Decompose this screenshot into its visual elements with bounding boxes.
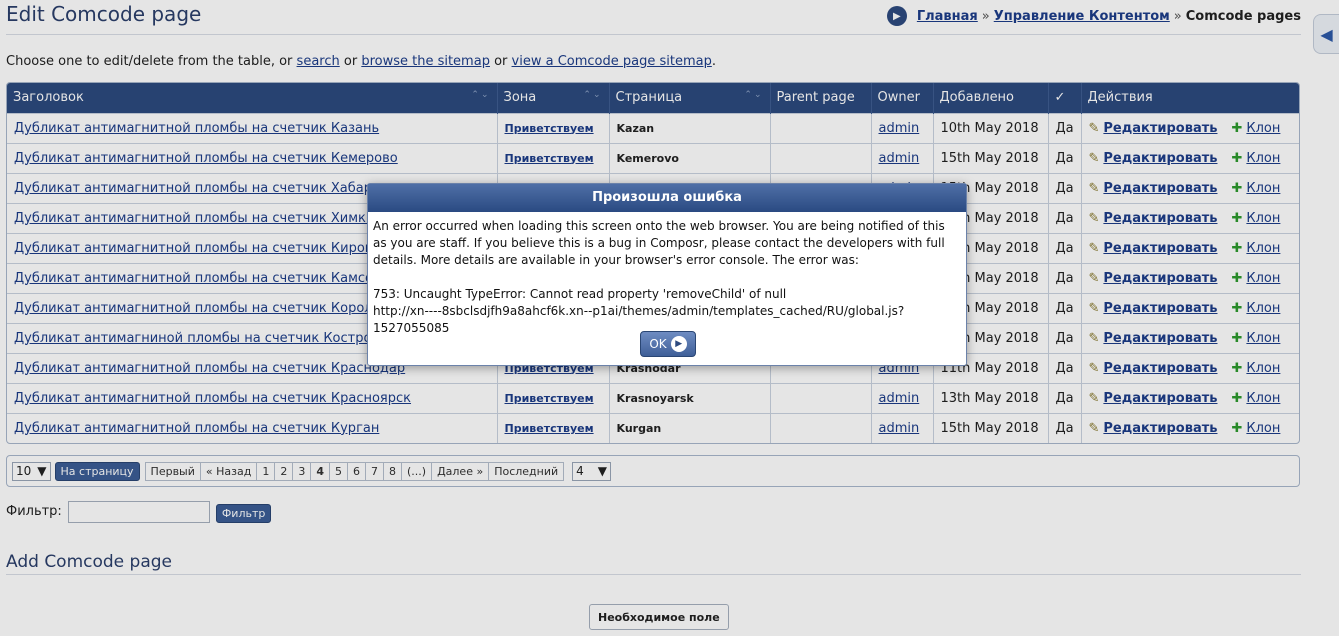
ok-button[interactable]: OK ▶ — [640, 331, 696, 357]
dialog-title: Произошла ошибка — [368, 184, 966, 212]
page: Edit Comcode page ▶ Главная » Управление… — [0, 0, 1339, 636]
ok-button-label: OK — [649, 337, 667, 351]
dialog-body: An error occurred when loading this scre… — [368, 212, 966, 337]
dialog-message: An error occurred when loading this scre… — [373, 219, 945, 267]
arrow-right-icon: ▶ — [670, 336, 687, 352]
error-dialog: Произошла ошибка An error occurred when … — [367, 183, 967, 366]
dialog-error-line: 753: Uncaught TypeError: Cannot read pro… — [373, 287, 787, 301]
